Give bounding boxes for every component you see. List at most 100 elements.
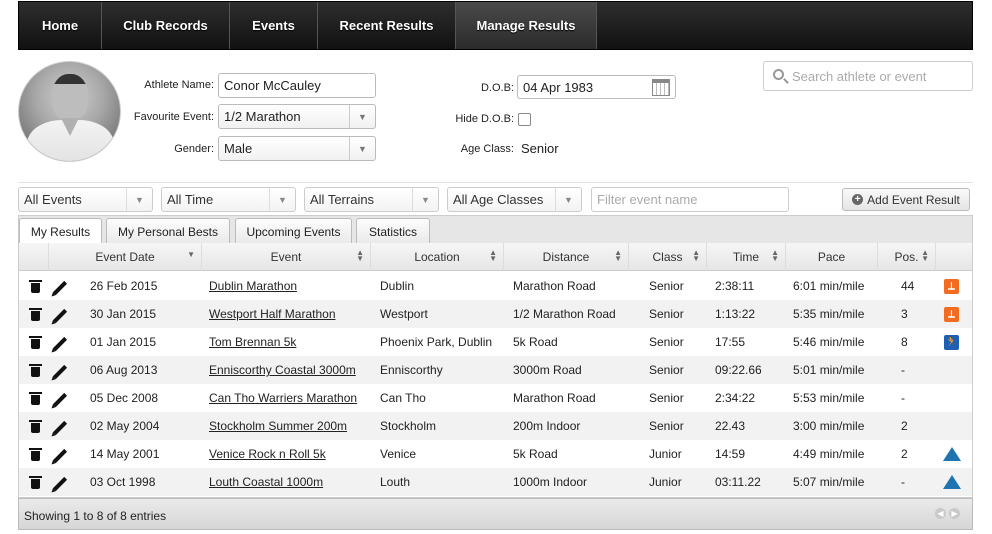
avatar <box>18 61 121 162</box>
hide-dob-label: Hide D.O.B: <box>455 113 514 125</box>
header-class[interactable]: Class ▲ ▼ <box>629 243 707 271</box>
cell-event-link[interactable]: Louth Coastal 1000m <box>209 468 323 496</box>
nav-home[interactable]: Home <box>19 2 102 49</box>
cell-time: 03:11.22 <box>715 475 761 489</box>
tab-upcoming-events[interactable]: Upcoming Events <box>235 218 352 244</box>
dob-field[interactable]: 04 Apr 1983 <box>517 75 676 99</box>
cell-location: Stockholm <box>380 419 437 433</box>
edit-icon[interactable] <box>52 308 68 324</box>
cell-pos: 44 <box>901 279 915 293</box>
cell-pace: 5:07 min/mile <box>793 475 865 489</box>
edit-icon[interactable] <box>52 364 68 380</box>
cell-class: Junior <box>649 475 682 489</box>
sort-icon: ▲ ▼ <box>692 248 700 263</box>
cell-class: Senior <box>649 419 684 433</box>
triangle-icon <box>943 475 961 489</box>
cell-pace: 5:01 min/mile <box>793 363 865 377</box>
cell-date: 03 Oct 1998 <box>90 475 156 489</box>
trash-icon[interactable] <box>29 476 42 489</box>
header-event[interactable]: Event ▲ ▼ <box>202 243 371 271</box>
sort-desc-icon: ▼ <box>187 250 195 259</box>
cell-time: 09:22.66 <box>715 363 762 377</box>
cell-distance: 1/2 Marathon Road <box>513 307 616 321</box>
trash-icon[interactable] <box>29 448 42 461</box>
cell-time: 2:38:11 <box>715 279 755 293</box>
divider <box>18 182 973 183</box>
cell-location: Can Tho <box>380 391 426 405</box>
nav-club-records[interactable]: Club Records <box>102 2 230 49</box>
table-header: Event Date ▼ Event ▲ ▼ Location ▲ ▼ Distance ▲… <box>19 243 972 271</box>
add-event-result-label: Add Event Result <box>867 192 960 207</box>
previous-page-icon[interactable]: ◀ <box>935 508 946 519</box>
filter-time-select[interactable]: All Time ▼ <box>161 187 296 212</box>
header-event-date[interactable]: Event Date ▼ <box>49 243 202 271</box>
cell-time: 14:59 <box>715 447 746 461</box>
sort-icon: ▲ ▼ <box>771 248 779 263</box>
trash-icon[interactable] <box>29 336 42 349</box>
cell-event-link[interactable]: Enniscorthy Coastal 3000m <box>209 356 356 384</box>
cell-event-link[interactable]: Tom Brennan 5k <box>209 328 296 356</box>
cell-event-link[interactable]: Westport Half Marathon <box>209 300 336 328</box>
table-row: 02 May 2004 Stockholm Summer 200m Stockhol… <box>19 412 972 440</box>
cell-location: Phoenix Park, Dublin <box>380 335 493 349</box>
edit-icon[interactable] <box>52 336 68 352</box>
edit-icon[interactable] <box>52 280 68 296</box>
filter-age-classes-select[interactable]: All Age Classes ▼ <box>447 187 582 212</box>
edit-icon[interactable] <box>52 448 68 464</box>
header-pos[interactable]: Pos. ▲ ▼ <box>878 243 936 271</box>
cell-event-link[interactable]: Venice Rock n Roll 5k <box>209 440 326 468</box>
header-pace[interactable]: Pace <box>786 243 878 271</box>
athlete-name-field[interactable]: Conor McCauley <box>218 73 376 98</box>
favourite-event-select[interactable]: 1/2 Marathon ▼ <box>218 104 376 129</box>
cell-class: Junior <box>649 447 682 461</box>
nav-recent-results[interactable]: Recent Results <box>318 2 456 49</box>
cell-date: 01 Jan 2015 <box>90 335 157 349</box>
hide-dob-checkbox[interactable] <box>518 113 531 126</box>
search-input[interactable]: Search athlete or event <box>763 61 973 91</box>
cell-event-link[interactable]: Stockholm Summer 200m <box>209 412 347 440</box>
filter-events-select[interactable]: All Events ▼ <box>18 187 153 212</box>
header-time[interactable]: Time ▲ ▼ <box>707 243 786 271</box>
age-class-label: Age Class: <box>460 143 514 155</box>
tab-my-personal-bests[interactable]: My Personal Bests <box>106 218 230 244</box>
cell-distance: 3000m Road <box>513 363 582 377</box>
cell-pace: 4:49 min/mile <box>793 447 865 461</box>
runner-icon: 🏃 <box>944 335 959 350</box>
cell-pos: 2 <box>901 419 908 433</box>
filter-terrains-value: All Terrains <box>310 192 375 207</box>
header-distance[interactable]: Distance ▲ ▼ <box>504 243 629 271</box>
edit-icon[interactable] <box>52 392 68 408</box>
filter-terrains-select[interactable]: All Terrains ▼ <box>304 187 439 212</box>
trash-icon[interactable] <box>29 308 42 321</box>
next-page-icon[interactable]: ▶ <box>949 508 960 519</box>
cell-time: 22.43 <box>715 419 746 433</box>
gender-select[interactable]: Male ▼ <box>218 136 376 161</box>
edit-icon[interactable] <box>52 476 68 492</box>
add-event-result-button[interactable]: + Add Event Result <box>842 188 970 211</box>
table-footer: Showing 1 to 8 of 8 entries ◀ ▶ <box>18 498 973 530</box>
trash-icon[interactable] <box>29 420 42 433</box>
header-location[interactable]: Location ▲ ▼ <box>371 243 504 271</box>
nav-manage-results[interactable]: Manage Results <box>456 2 597 49</box>
trash-icon[interactable] <box>29 280 42 293</box>
table-row: 30 Jan 2015 Westport Half Marathon Westpor… <box>19 300 972 328</box>
cell-class: Senior <box>649 391 684 405</box>
tab-statistics[interactable]: Statistics <box>356 218 430 244</box>
trash-icon[interactable] <box>29 364 42 377</box>
trash-icon[interactable] <box>29 392 42 405</box>
road-run-icon: ⟂ <box>944 279 959 294</box>
results-table: Event Date ▼ Event ▲ ▼ Location ▲ ▼ Distance ▲… <box>18 243 973 498</box>
calendar-icon[interactable] <box>652 79 670 96</box>
tab-my-results[interactable]: My Results <box>19 218 102 245</box>
cell-event-link[interactable]: Can Tho Warriers Marathon <box>209 384 357 412</box>
cell-date: 26 Feb 2015 <box>90 279 158 293</box>
chevron-down-icon: ▼ <box>269 188 295 211</box>
cell-distance: Marathon Road <box>513 279 596 293</box>
filter-event-name-input[interactable]: Filter event name <box>591 187 789 212</box>
cell-event-link[interactable]: Dublin Marathon <box>209 272 297 300</box>
search-icon <box>773 69 784 80</box>
edit-icon[interactable] <box>52 420 68 436</box>
nav-events[interactable]: Events <box>230 2 318 49</box>
plus-icon: + <box>852 194 864 205</box>
cell-distance: 5k Road <box>513 335 558 349</box>
